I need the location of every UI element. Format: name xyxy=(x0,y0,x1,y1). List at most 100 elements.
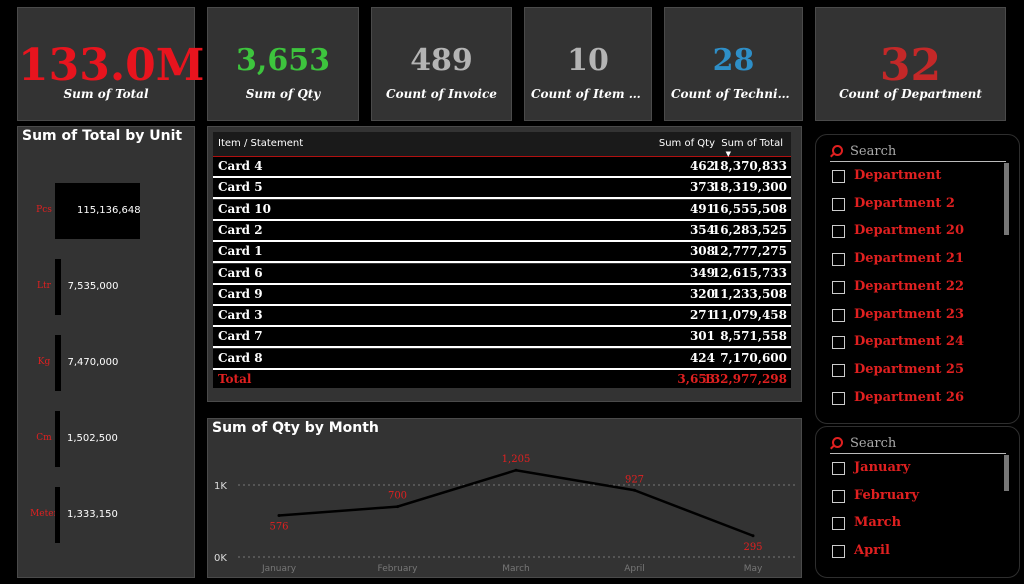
data-point[interactable] xyxy=(751,534,755,538)
department-item-label: Department 20 xyxy=(854,223,965,239)
checkbox[interactable] xyxy=(832,280,845,294)
unit-bar-value: 1,333,150 xyxy=(67,509,118,520)
kpi-label: Sum of Qty xyxy=(245,87,321,101)
table-row[interactable]: Card 9 320 11,233,508 xyxy=(213,284,791,306)
row-qty: 301 xyxy=(689,329,715,344)
data-label: 1,205 xyxy=(502,454,531,465)
month-item-label: January xyxy=(854,460,911,475)
data-point[interactable] xyxy=(277,514,281,518)
unit-bar[interactable] xyxy=(55,259,61,315)
month-scrollbar[interactable] xyxy=(1004,455,1009,491)
kpi-value: 489 xyxy=(410,43,473,78)
row-total: 18,319,300 xyxy=(711,180,787,195)
month-slicer: Search January February March April xyxy=(815,426,1020,578)
row-item: Card 5 xyxy=(218,180,263,195)
kpi-count-invoice: 489 Count of Invoice xyxy=(371,7,512,121)
unit-bar-value: 115,136,648 xyxy=(77,205,141,216)
department-item-label: Department xyxy=(854,168,942,183)
y-tick-label: 0K xyxy=(214,553,227,564)
table-total-row: Total 3,653 132,977,298 xyxy=(213,370,791,388)
row-total: 7,170,600 xyxy=(720,350,787,365)
data-label: 700 xyxy=(388,491,407,502)
chart-title: Sum of Total by Unit xyxy=(22,128,183,144)
department-item-label: Department 2 xyxy=(854,195,955,211)
month-search[interactable]: Search xyxy=(830,435,1006,454)
row-item: Card 3 xyxy=(218,308,263,323)
total-label: Total xyxy=(218,372,252,386)
department-scrollbar[interactable] xyxy=(1004,163,1009,235)
row-item: Card 6 xyxy=(218,265,263,280)
header-total[interactable]: Sum of Total xyxy=(721,138,783,149)
x-tick-label: February xyxy=(378,564,419,574)
kpi-value: 3,653 xyxy=(236,43,330,78)
department-search[interactable]: Search xyxy=(830,143,1006,162)
unit-bar[interactable] xyxy=(55,335,61,391)
data-label: 576 xyxy=(269,522,288,533)
data-point[interactable] xyxy=(633,488,636,492)
row-total: 18,370,833 xyxy=(711,159,787,173)
row-item: Card 9 xyxy=(218,286,263,301)
kpi-sum-qty: 3,653 Sum of Qty xyxy=(207,7,359,121)
item-table: Item / Statement Sum of Qty Sum of Total… xyxy=(207,126,802,402)
checkbox[interactable] xyxy=(832,517,845,531)
series-line xyxy=(278,468,754,537)
checkbox[interactable] xyxy=(832,363,845,377)
checkbox[interactable] xyxy=(832,462,845,475)
y-tick-label: 1K xyxy=(214,481,227,492)
kpi-value: 10 xyxy=(567,43,609,78)
kpi-label: Count of Invoice xyxy=(386,87,497,101)
checkbox[interactable] xyxy=(832,170,845,183)
header-qty[interactable]: Sum of Qty xyxy=(659,138,715,149)
unit-bar[interactable] xyxy=(55,411,60,467)
checkbox[interactable] xyxy=(832,308,845,322)
table-row[interactable]: Card 6 349 12,615,733 xyxy=(213,263,791,285)
table-row[interactable]: Card 1 308 12,777,275 xyxy=(213,242,791,264)
unit-bar-value: 7,470,000 xyxy=(67,357,119,368)
kpi-label: Sum of Total xyxy=(63,87,149,101)
checkbox[interactable] xyxy=(832,197,845,211)
header-item[interactable]: Item / Statement xyxy=(218,138,303,149)
search-placeholder: Search xyxy=(850,144,897,159)
row-total: 11,079,458 xyxy=(711,308,787,323)
row-item: Card 1 xyxy=(218,244,263,259)
x-tick-label: April xyxy=(624,564,645,574)
x-tick-label: May xyxy=(744,564,763,574)
table-row[interactable]: Card 8 424 7,170,600 xyxy=(213,348,791,370)
table-row[interactable]: Card 2 354 16,283,525 xyxy=(213,220,791,242)
department-item-label: Department 26 xyxy=(854,389,965,405)
row-total: 11,233,508 xyxy=(711,286,787,301)
table-row[interactable]: Card 4 462 18,370,833 xyxy=(213,157,791,178)
checkbox[interactable] xyxy=(832,489,845,503)
unit-bar-chart: Sum of Total by Unit Pcs 115,136,648 Ltr 7,… xyxy=(17,126,195,578)
table-row[interactable]: Card 5 373 18,319,300 xyxy=(213,178,791,200)
row-total: 16,555,508 xyxy=(711,201,787,216)
checkbox[interactable] xyxy=(832,253,845,267)
checkbox[interactable] xyxy=(832,336,845,350)
kpi-label: Count of Department xyxy=(839,87,982,101)
table-row[interactable]: Card 7 301 8,571,558 xyxy=(213,327,791,349)
department-slicer: Search Department Department 2 Department … xyxy=(815,134,1020,424)
month-item-label: February xyxy=(854,487,920,503)
search-placeholder: Search xyxy=(850,436,897,451)
checkbox[interactable] xyxy=(832,391,845,405)
checkbox[interactable] xyxy=(832,225,845,239)
month-item-label: April xyxy=(854,543,890,559)
kpi-value: 28 xyxy=(712,43,755,78)
data-point[interactable] xyxy=(396,505,399,509)
checkbox[interactable] xyxy=(832,545,845,559)
data-label: 295 xyxy=(743,542,762,553)
data-point[interactable] xyxy=(514,468,518,472)
kpi-sum-total: 133.0M Sum of Total xyxy=(17,7,204,121)
kpi-value: 32 xyxy=(879,40,942,91)
kpi-count-technicians: 28 Count of Technicians xyxy=(664,7,803,121)
kpi-label: Count of Item / Stat… xyxy=(531,87,651,101)
department-item-label: Department 24 xyxy=(854,334,965,350)
table-row[interactable]: Card 3 271 11,079,458 xyxy=(213,306,791,328)
row-total: 12,615,733 xyxy=(711,265,787,280)
unit-bar[interactable] xyxy=(55,487,60,543)
unit-bar-value: 1,502,500 xyxy=(67,433,118,444)
table-row[interactable]: Card 10 491 16,555,508 xyxy=(213,199,791,221)
x-tick-label: January xyxy=(261,564,297,574)
month-item-label: March xyxy=(854,515,902,531)
row-total: 16,283,525 xyxy=(711,222,787,237)
